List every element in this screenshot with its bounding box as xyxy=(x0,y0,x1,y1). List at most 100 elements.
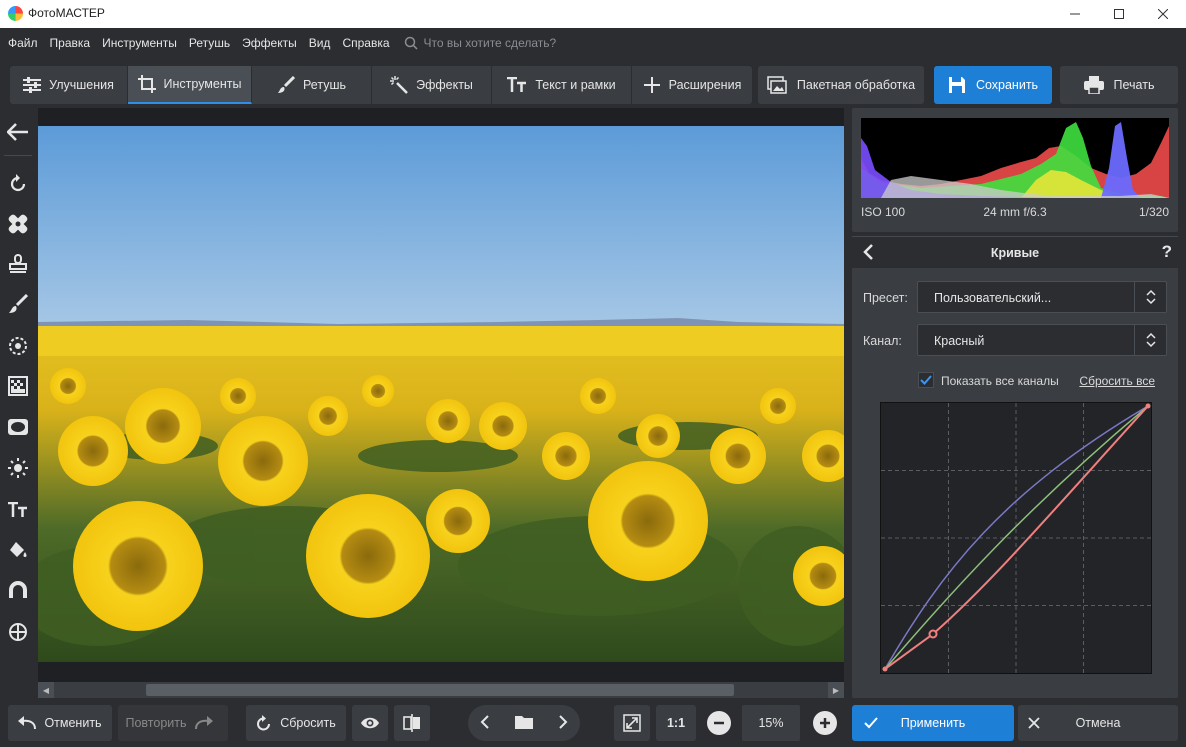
menu-item-edit[interactable]: Правка xyxy=(50,36,91,50)
reset-label: Сбросить xyxy=(280,716,336,730)
tab-bar: Улучшения Инструменты Ретушь Эффекты Тек… xyxy=(10,66,752,104)
floppy-icon xyxy=(948,77,965,93)
actual-size-button[interactable]: 1:1 xyxy=(656,705,696,741)
sunflower-field-image xyxy=(38,126,844,662)
menu-item-effects[interactable]: Эффекты xyxy=(242,36,297,50)
histogram-graph xyxy=(861,118,1169,198)
search-icon xyxy=(404,36,418,50)
tab-enhance[interactable]: Улучшения xyxy=(10,66,128,104)
apply-button[interactable]: Применить xyxy=(852,705,1014,741)
tab-label: Эффекты xyxy=(416,78,473,92)
print-button[interactable]: Печать xyxy=(1060,66,1178,104)
show-all-channels-checkbox[interactable] xyxy=(918,372,934,388)
photos-icon xyxy=(767,76,787,94)
close-icon xyxy=(1028,717,1040,729)
menu-item-file[interactable]: Файл xyxy=(8,36,38,50)
cancel-button[interactable]: Отмена xyxy=(1018,705,1178,741)
compare-icon xyxy=(403,714,420,732)
app-logo-icon xyxy=(8,6,23,21)
reset-button[interactable]: Сбросить xyxy=(246,705,346,741)
preset-value: Пользовательский... xyxy=(934,291,1052,305)
close-button[interactable] xyxy=(1140,0,1186,28)
redo-icon xyxy=(194,716,213,730)
plus-icon xyxy=(643,77,660,93)
tab-text-frames[interactable]: Текст и рамки xyxy=(492,66,632,104)
tab-label: Улучшения xyxy=(49,78,114,92)
light-icon[interactable] xyxy=(6,456,30,480)
bandage-icon[interactable] xyxy=(6,212,30,236)
curve-point xyxy=(928,629,938,639)
tab-label: Инструменты xyxy=(163,77,242,91)
preview-eye-button[interactable] xyxy=(352,705,388,741)
printer-icon xyxy=(1083,76,1104,94)
divider xyxy=(4,155,32,156)
target-icon[interactable] xyxy=(6,620,30,644)
photo xyxy=(38,126,844,662)
minus-icon xyxy=(714,721,724,725)
bottom-bar: Отменить Повторить Сбросить 1:1 15% Прим… xyxy=(0,698,1186,747)
vignette-icon[interactable] xyxy=(6,415,30,439)
curves-header: Кривые ? xyxy=(852,236,1178,268)
folder-icon[interactable] xyxy=(514,715,533,732)
brush-icon[interactable] xyxy=(6,292,30,316)
magnet-icon[interactable] xyxy=(6,578,30,602)
tab-effects[interactable]: Эффекты xyxy=(372,66,492,104)
prev-image-icon[interactable] xyxy=(480,714,490,732)
shutter-value: 1/320 xyxy=(1138,205,1169,219)
text-icon xyxy=(507,77,527,92)
radial-icon[interactable] xyxy=(6,334,30,358)
scroll-right-icon[interactable]: ▶ xyxy=(828,682,844,698)
panel-title: Кривые xyxy=(990,246,1040,260)
search-placeholder: Что вы хотите сделать? xyxy=(423,36,557,50)
scroll-thumb[interactable] xyxy=(146,684,734,696)
menu-item-tools[interactable]: Инструменты xyxy=(102,36,177,50)
menu-item-help[interactable]: Справка xyxy=(342,36,389,50)
fill-icon[interactable] xyxy=(6,538,30,562)
compare-button[interactable] xyxy=(394,705,430,741)
tab-tools[interactable]: Инструменты xyxy=(128,66,252,104)
horizontal-scrollbar[interactable]: ◀ ▶ xyxy=(38,682,844,698)
tab-retouch[interactable]: Ретушь xyxy=(252,66,372,104)
curve-editor[interactable] xyxy=(880,402,1152,674)
window-title: ФотоМАСТЕР xyxy=(28,6,105,20)
rotate-icon[interactable] xyxy=(6,172,30,196)
command-search[interactable]: Что вы хотите сделать? xyxy=(404,36,557,50)
batch-label: Пакетная обработка xyxy=(796,78,916,92)
updown-icon xyxy=(1134,282,1166,312)
apply-label: Применить xyxy=(900,716,966,730)
save-button[interactable]: Сохранить xyxy=(934,66,1052,104)
zoom-out-button[interactable] xyxy=(707,711,731,735)
scroll-left-icon[interactable]: ◀ xyxy=(38,682,54,698)
reset-all-link[interactable]: Сбросить все xyxy=(1079,374,1155,388)
tab-label: Расширения xyxy=(668,78,742,92)
channel-select[interactable]: Красный xyxy=(917,324,1167,356)
gradient-icon[interactable] xyxy=(6,374,30,398)
title-bar: ФотоМАСТЕР xyxy=(0,0,1186,28)
tab-extensions[interactable]: Расширения xyxy=(632,66,752,104)
zoom-level[interactable]: 15% xyxy=(742,705,800,741)
redo-button[interactable]: Повторить xyxy=(118,705,228,741)
menu-bar: Файл Правка Инструменты Ретушь Эффекты В… xyxy=(0,28,1186,58)
check-icon xyxy=(920,375,932,385)
minimize-icon xyxy=(1070,13,1080,15)
text-icon[interactable] xyxy=(6,498,30,522)
menu-item-retouch[interactable]: Ретушь xyxy=(189,36,230,50)
preset-select[interactable]: Пользовательский... xyxy=(917,281,1167,313)
image-canvas[interactable] xyxy=(38,108,844,682)
help-icon[interactable]: ? xyxy=(1162,242,1172,262)
back-arrow-icon[interactable] xyxy=(6,120,30,144)
fit-to-screen-button[interactable] xyxy=(614,705,650,741)
undo-button[interactable]: Отменить xyxy=(8,705,112,741)
maximize-button[interactable] xyxy=(1096,0,1142,28)
brush-icon xyxy=(278,76,295,93)
stamp-icon[interactable] xyxy=(6,252,30,276)
main-toolbar: Улучшения Инструменты Ретушь Эффекты Тек… xyxy=(0,58,1186,108)
file-navigation xyxy=(468,705,580,741)
lens-value: 24 mm f/6.3 xyxy=(983,205,1047,219)
minimize-button[interactable] xyxy=(1052,0,1098,28)
menu-item-view[interactable]: Вид xyxy=(309,36,331,50)
batch-processing-button[interactable]: Пакетная обработка xyxy=(758,66,924,104)
reset-icon xyxy=(257,715,271,731)
zoom-in-button[interactable] xyxy=(813,711,837,735)
next-image-icon[interactable] xyxy=(558,714,568,732)
